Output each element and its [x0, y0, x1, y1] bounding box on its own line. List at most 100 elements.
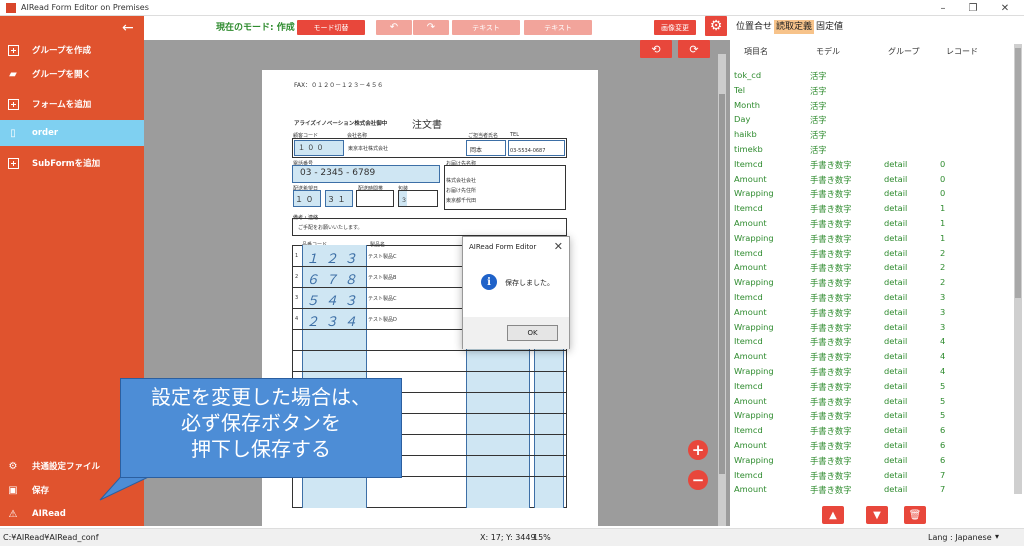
canvas-scrollbar[interactable] [718, 54, 726, 526]
cell-group: detail [884, 188, 908, 199]
table-row[interactable]: Month 活字 [734, 98, 1014, 113]
cell-name: Day [734, 114, 751, 125]
cell-model: 手書き数字 [810, 485, 852, 496]
zoom-out-icon[interactable]: − [688, 470, 708, 490]
rotate-right-button[interactable]: ⟳ [678, 40, 710, 58]
table-row[interactable]: Amount 手書き数字 detail 0 [734, 172, 1014, 187]
cell-name: Itemcd [734, 247, 763, 258]
table-row[interactable]: Amount 手書き数字 detail 5 [734, 394, 1014, 409]
maximize-button[interactable]: ❐ [958, 0, 988, 16]
table-row[interactable]: Itemcd 手書き数字 detail 2 [734, 246, 1014, 261]
undo-button[interactable]: ↶ [376, 20, 412, 35]
cell-group: detail [884, 484, 908, 495]
fax-text: FAX：０１２０－１２３－４５６ [294, 82, 384, 89]
cell-record: 7 [940, 484, 946, 495]
table-row[interactable]: Itemcd 手書き数字 detail 5 [734, 379, 1014, 394]
sidebar-item-label: SubFormを追加 [32, 159, 101, 169]
sidebar-item-label: AIRead [32, 509, 66, 519]
text-button-1[interactable]: テキスト [452, 20, 520, 35]
table-row[interactable]: Wrapping 手書き数字 detail 6 [734, 453, 1014, 468]
table-row[interactable]: Wrapping 手書き数字 detail 5 [734, 408, 1014, 423]
sidebar-item-order[interactable]: ▯ order [0, 120, 144, 146]
minimize-button[interactable]: – [928, 0, 958, 16]
mode-indicator: 現在のモード: 作成 [216, 23, 295, 33]
mode-switch-button[interactable]: モード切替 [297, 20, 365, 35]
sidebar-item-add-form[interactable]: フォームを追加 [0, 91, 144, 117]
cell-model: 活字 [810, 130, 827, 141]
delete-button[interactable]: 🗑 [904, 506, 926, 524]
cell-model: 手書き数字 [810, 426, 852, 437]
cell-group: detail [884, 380, 908, 391]
table-row[interactable]: Wrapping 手書き数字 detail 1 [734, 231, 1014, 246]
table-row[interactable]: Wrapping 手書き数字 detail 4 [734, 364, 1014, 379]
cell-group: detail [884, 425, 908, 436]
table-row[interactable]: Wrapping 手書き数字 detail 2 [734, 275, 1014, 290]
table-row[interactable]: Itemcd 手書き数字 detail 1 [734, 201, 1014, 216]
table-row[interactable]: Amount 手書き数字 detail 2 [734, 260, 1014, 275]
dialog-title: AIRead Form Editor [469, 243, 537, 251]
close-button[interactable]: ✕ [990, 0, 1020, 16]
table-row[interactable]: tok_cd 活字 [734, 68, 1014, 83]
tab-fixed-value[interactable]: 固定値 [814, 20, 845, 34]
tab-alignment[interactable]: 位置合せ [734, 20, 774, 34]
table-row[interactable]: Amount 手書き数字 detail 1 [734, 216, 1014, 231]
table-row[interactable]: Itemcd 手書き数字 detail 3 [734, 290, 1014, 305]
cell-record: 4 [940, 365, 946, 376]
cell-name: Itemcd [734, 380, 763, 391]
cell-model: 手書き数字 [810, 337, 852, 348]
callout-line-2: 必ず保存ボタンを [181, 411, 341, 435]
back-arrow-icon[interactable]: ← [122, 20, 134, 36]
cell-model: 手書き数字 [810, 263, 852, 274]
ok-button[interactable]: OK [507, 325, 558, 341]
table-row[interactable]: Wrapping 手書き数字 detail 3 [734, 320, 1014, 335]
cell-name: Itemcd [734, 425, 763, 436]
sidebar-item-create-group[interactable]: グループを作成 [0, 37, 144, 63]
cell-model: 手書き数字 [810, 455, 852, 466]
table-row[interactable]: Itemcd 手書き数字 detail 4 [734, 334, 1014, 349]
cell-record: 3 [940, 321, 946, 332]
table-row[interactable]: Itemcd 手書き数字 detail 0 [734, 157, 1014, 172]
chevron-down-icon[interactable]: ▾ [995, 532, 999, 541]
table-row[interactable]: Tel 活字 [734, 83, 1014, 98]
table-row[interactable]: Day 活字 [734, 112, 1014, 127]
cell-group: detail [884, 321, 908, 332]
cell-group: detail [884, 351, 908, 362]
table-row[interactable]: Wrapping 手書き数字 detail 0 [734, 186, 1014, 201]
zoom-in-icon[interactable]: + [688, 440, 708, 460]
read-definition-grid: tok_cd 活字 Tel 活字 Month 活字 Day 活字 haikb 活字 timekb 活字… [734, 68, 1014, 497]
language-select[interactable]: Lang : Japanese [928, 533, 992, 542]
move-down-button[interactable]: ▼ [866, 506, 888, 524]
cell-group: detail [884, 262, 908, 273]
text-button-2[interactable]: テキスト [524, 20, 592, 35]
cell-record: 3 [940, 306, 946, 317]
rotate-left-button[interactable]: ⟲ [640, 40, 672, 58]
dialog-close-icon[interactable]: ✕ [554, 240, 563, 253]
table-row[interactable]: Amount 手書き数字 detail 4 [734, 349, 1014, 364]
table-row[interactable]: Amount 手書き数字 detail 7 [734, 482, 1014, 497]
cell-name: tok_cd [734, 70, 762, 80]
table-row[interactable]: timekb 活字 [734, 142, 1014, 157]
table-row[interactable]: Amount 手書き数字 detail 6 [734, 438, 1014, 453]
dialog-body: i 保存しました。 [463, 259, 569, 315]
app-logo-icon [6, 2, 16, 13]
table-row[interactable]: haikb 活字 [734, 127, 1014, 142]
redo-button[interactable]: ↷ [413, 20, 449, 35]
callout-line-1: 設定を変更した場合は、 [151, 385, 371, 409]
sidebar-item-add-subform[interactable]: SubFormを追加 [0, 150, 144, 176]
table-row[interactable]: Itemcd 手書き数字 detail 6 [734, 423, 1014, 438]
gear-icon[interactable]: ⚙ [705, 16, 727, 36]
cell-record: 5 [940, 380, 946, 391]
cell-record: 2 [940, 247, 946, 258]
table-row[interactable]: Itemcd 手書き数字 detail 7 [734, 468, 1014, 483]
tab-read-definition[interactable]: 読取定義 [774, 20, 815, 34]
sidebar-item-label: 保存 [32, 486, 50, 496]
cell-name: Itemcd [734, 203, 763, 214]
sidebar-item-open-group[interactable]: ▰ グループを開く [0, 61, 144, 87]
image-change-button[interactable]: 画像変更 [654, 20, 696, 35]
panel-scrollbar[interactable] [1014, 44, 1022, 494]
sidebar-item-airead[interactable]: ⚠ AIRead [0, 501, 144, 527]
cell-group: detail [884, 306, 908, 317]
table-row[interactable]: Amount 手書き数字 detail 3 [734, 305, 1014, 320]
cell-name: Wrapping [734, 410, 774, 421]
move-up-button[interactable]: ▲ [822, 506, 844, 524]
